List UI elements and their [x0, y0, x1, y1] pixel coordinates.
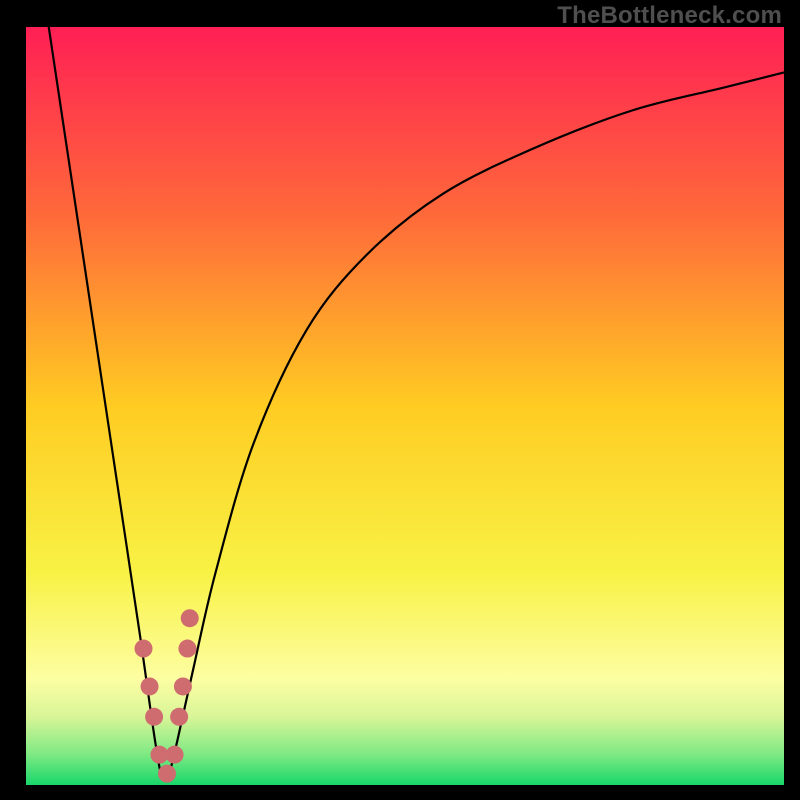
highlight-dot — [141, 677, 159, 695]
highlight-dot — [178, 640, 196, 658]
highlight-dot — [158, 765, 176, 783]
highlight-dot — [134, 640, 152, 658]
highlight-dot — [170, 708, 188, 726]
highlight-dot — [166, 746, 184, 764]
bottleneck-chart-svg — [0, 0, 800, 800]
plot-background — [26, 27, 784, 785]
highlight-dot — [181, 609, 199, 627]
watermark-text: TheBottleneck.com — [557, 2, 782, 30]
highlight-dot — [174, 677, 192, 695]
chart-frame: TheBottleneck.com — [0, 0, 800, 800]
highlight-dot — [145, 708, 163, 726]
